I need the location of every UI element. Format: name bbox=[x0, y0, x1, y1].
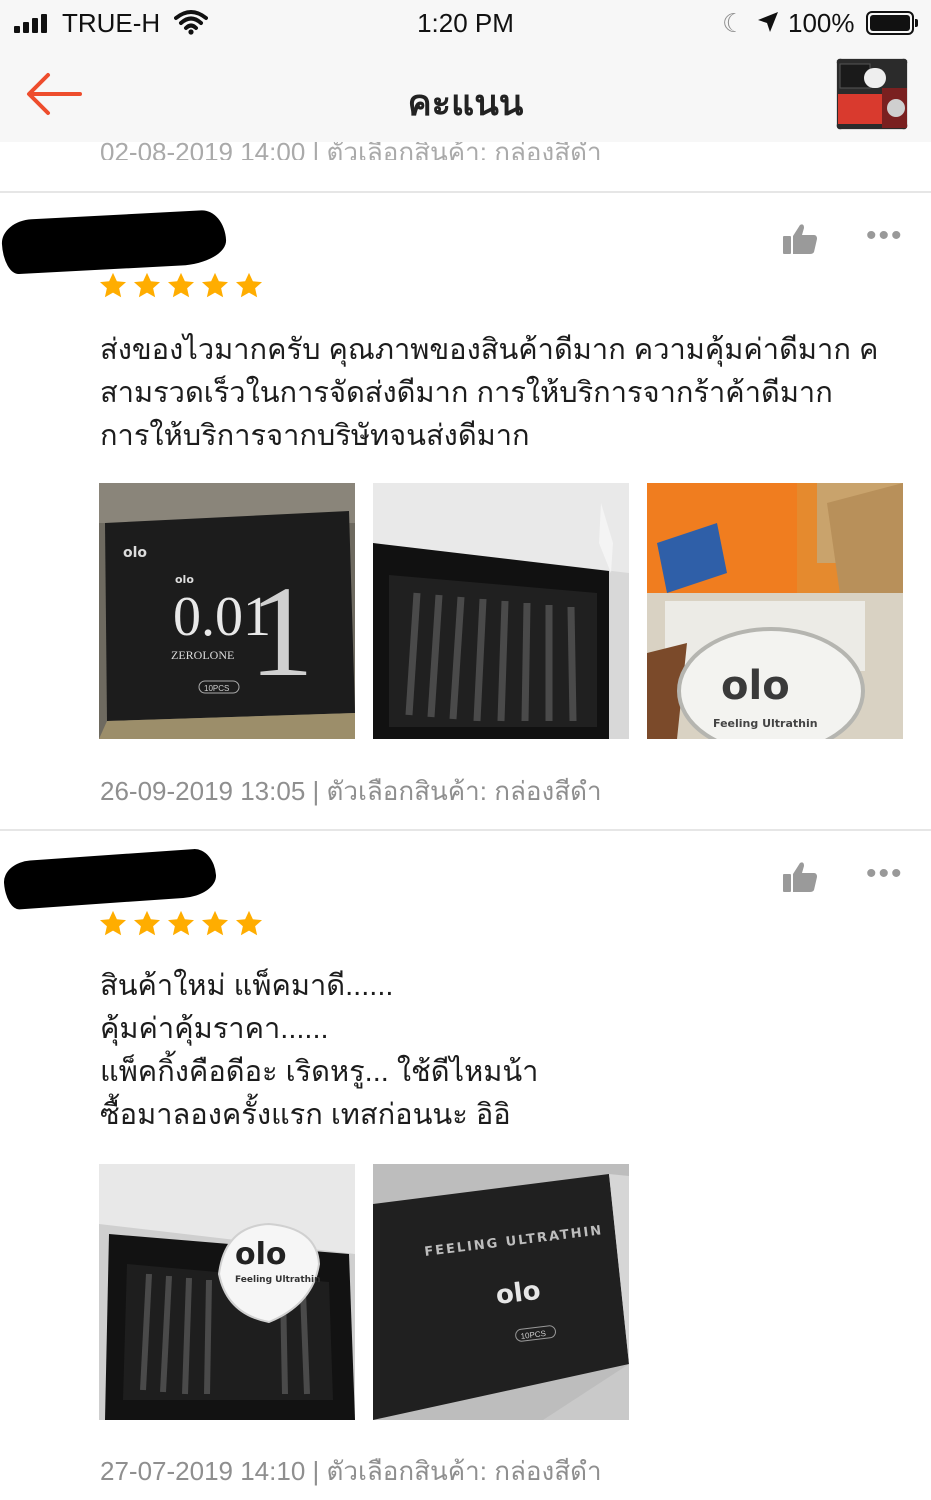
reviewer-name-redacted bbox=[2, 847, 218, 911]
review-photo[interactable]: olo Feeling Ultrathin bbox=[99, 1164, 355, 1420]
previous-review-meta: 02-08-2019 14:00 | ตัวเลือกสินค้า: กล่อง… bbox=[100, 142, 602, 160]
svg-text:olo: olo bbox=[494, 1276, 542, 1311]
svg-text:Feeling Ultrathin: Feeling Ultrathin bbox=[235, 1275, 321, 1285]
svg-text:olo: olo bbox=[175, 573, 194, 586]
review-text: สินค้าใหม่ แพ็คมาดี...... คุ้มค่าคุ้มราค… bbox=[100, 970, 539, 1131]
svg-text:10PCS: 10PCS bbox=[204, 684, 229, 693]
svg-text:ZEROLONE: ZEROLONE bbox=[171, 648, 234, 662]
star-icon bbox=[202, 910, 228, 936]
battery-icon bbox=[866, 11, 918, 35]
review-photos: olo olo 0.01 1 ZEROLONE 10PCS olo Feelin… bbox=[99, 483, 903, 739]
star-icon bbox=[134, 910, 160, 936]
svg-text:1: 1 bbox=[249, 560, 314, 704]
thumbs-up-icon[interactable] bbox=[782, 223, 818, 255]
star-icon bbox=[168, 910, 194, 936]
navigation-bar: คะแนน bbox=[0, 46, 931, 142]
svg-text:olo: olo bbox=[123, 545, 147, 561]
review-item: ••• ส่งของไวมากครับ คุณภาพของสินค้าดีมาก… bbox=[0, 193, 931, 830]
star-icon bbox=[202, 272, 228, 298]
review-meta: 27-07-2019 14:10 | ตัวเลือกสินค้า: กล่อง… bbox=[100, 1456, 602, 1486]
moon-icon: ☾ bbox=[722, 8, 746, 38]
star-rating bbox=[98, 909, 264, 939]
product-thumbnail[interactable] bbox=[836, 58, 908, 130]
review-text: ส่งของไวมากครับ คุณภาพของสินค้าดีมาก ควา… bbox=[100, 334, 879, 452]
review-photo[interactable]: olo Feeling Ultrathin bbox=[647, 483, 903, 739]
review-photo[interactable] bbox=[373, 483, 629, 739]
star-icon bbox=[100, 910, 126, 936]
svg-text:Feeling Ultrathin: Feeling Ultrathin bbox=[713, 717, 818, 730]
more-options-icon[interactable]: ••• bbox=[866, 219, 904, 253]
review-meta: 26-09-2019 13:05 | ตัวเลือกสินค้า: กล่อง… bbox=[100, 776, 602, 806]
reviewer-name-redacted bbox=[0, 209, 228, 275]
status-bar: TRUE-H 1:20 PM ☾ 100% bbox=[0, 0, 931, 46]
more-options-icon[interactable]: ••• bbox=[866, 857, 904, 891]
review-photo[interactable]: olo olo 0.01 1 ZEROLONE 10PCS bbox=[99, 483, 355, 739]
star-rating bbox=[98, 271, 264, 301]
svg-text:olo: olo bbox=[721, 663, 790, 709]
review-item: ••• สินค้าใหม่ แพ็คมาดี...... คุ้มค่าคุ้… bbox=[0, 831, 931, 1500]
page-title: คะแนน bbox=[407, 82, 524, 123]
thumbs-up-icon[interactable] bbox=[782, 861, 818, 893]
svg-text:olo: olo bbox=[235, 1237, 287, 1272]
review-photos: olo Feeling Ultrathin FEELING ULTRATHIN … bbox=[99, 1164, 629, 1420]
battery-percentage: 100% bbox=[788, 8, 855, 38]
star-icon bbox=[236, 910, 262, 936]
review-photo[interactable]: FEELING ULTRATHIN olo 10PCS bbox=[373, 1164, 629, 1420]
star-icon bbox=[236, 272, 262, 298]
star-icon bbox=[134, 272, 160, 298]
star-icon bbox=[168, 272, 194, 298]
location-arrow-icon bbox=[758, 12, 778, 32]
star-icon bbox=[100, 272, 126, 298]
